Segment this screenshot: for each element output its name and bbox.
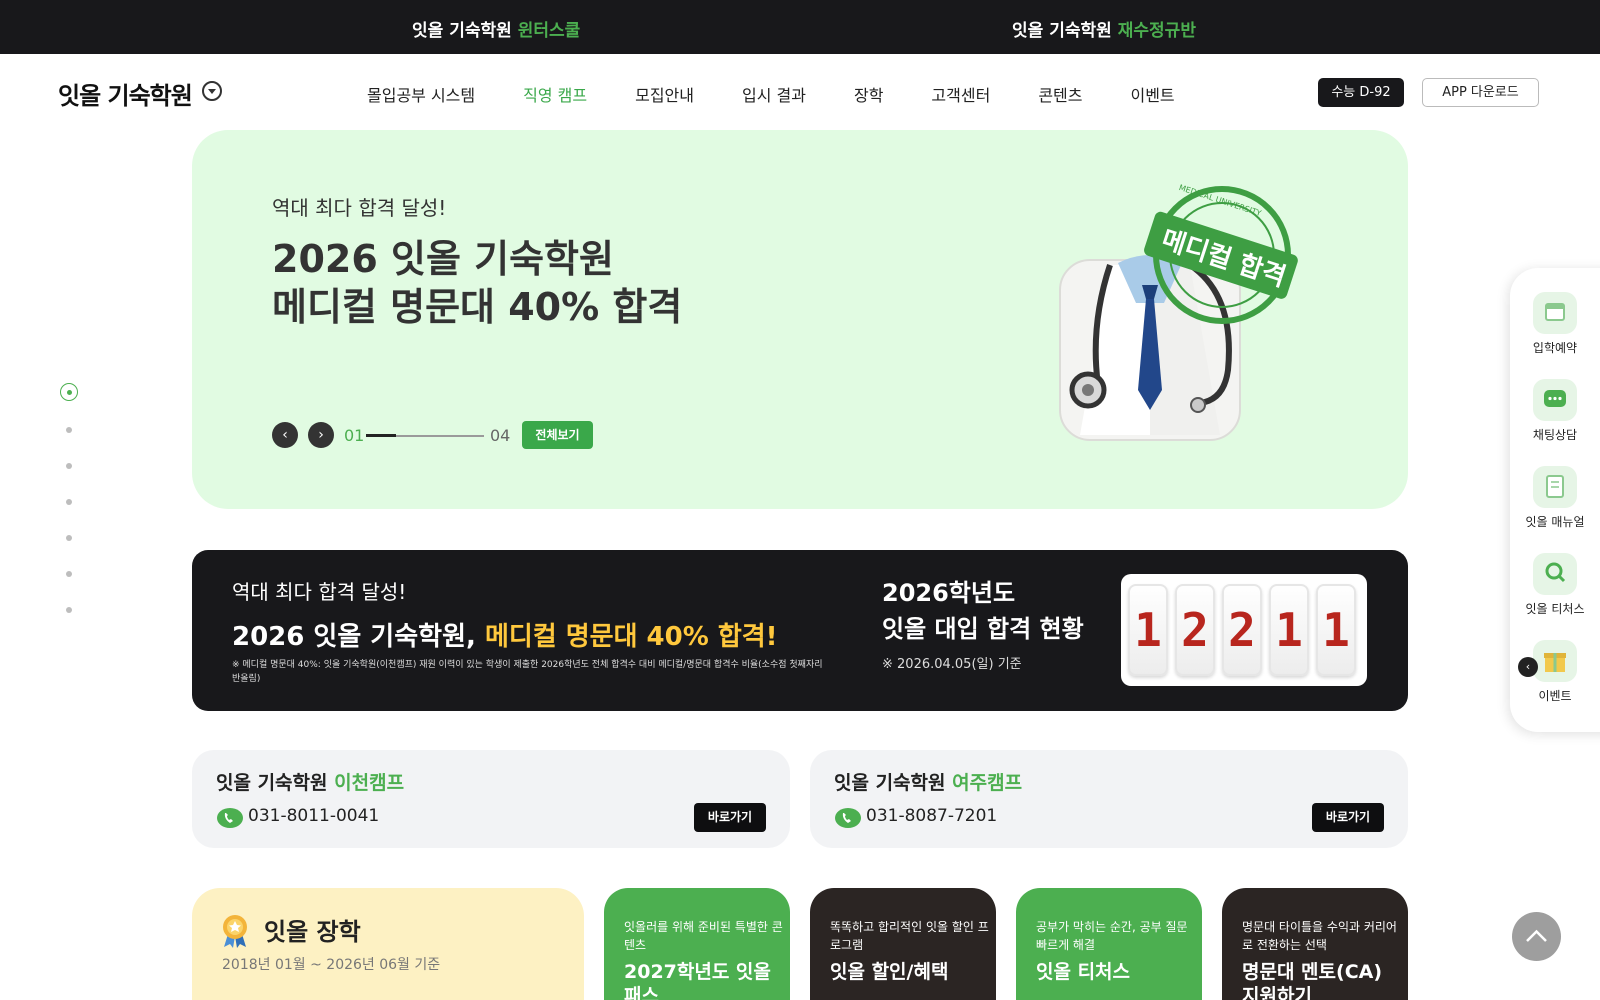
- chat-icon: [1533, 379, 1577, 421]
- quick-item-manual[interactable]: 잇올 매뉴얼: [1510, 466, 1600, 530]
- gift-icon: [1533, 640, 1577, 682]
- pager-dot[interactable]: [66, 427, 72, 433]
- dday-badge[interactable]: 수능 D-92: [1318, 78, 1404, 107]
- view-all-button[interactable]: 전체보기: [522, 421, 593, 449]
- hero-title: 2026 잇올 기숙학원 메디컬 명문대 40% 합격: [272, 237, 683, 329]
- phone-icon: [835, 808, 861, 828]
- nav-item-immersion[interactable]: 몰입공부 시스템: [367, 82, 475, 106]
- pager-dot[interactable]: [66, 535, 72, 541]
- main-nav: 몰입공부 시스템 직영 캠프 모집안내 입시 결과 장학 고객센터 콘텐츠 이벤…: [367, 82, 1223, 106]
- nav-item-scholarship[interactable]: 장학: [854, 82, 883, 106]
- pager-dot[interactable]: [66, 607, 72, 613]
- pager-dot[interactable]: [66, 463, 72, 469]
- medal-icon: [223, 915, 247, 948]
- header: 잇올 기숙학원 몰입공부 시스템 직영 캠프 모집안내 입시 결과 장학 고객센…: [0, 54, 1600, 130]
- regular-class-link[interactable]: 잇올 기숙학원 재수정규반: [1012, 16, 1196, 41]
- slide-current: 01: [344, 426, 365, 445]
- teacher-icon: [1533, 553, 1577, 595]
- hero-kicker: 역대 최다 합격 달성!: [272, 196, 447, 220]
- app-download-button[interactable]: APP 다운로드: [1422, 78, 1539, 107]
- results-title: 2026 잇올 기숙학원, 메디컬 명문대 40% 합격!: [232, 622, 778, 652]
- promo-card-teachers[interactable]: 공부가 막히는 순간, 공부 질문 빠르게 해결 잇올 티처스: [1016, 888, 1202, 1000]
- counter-digit: 2: [1175, 584, 1215, 676]
- campus-go-button[interactable]: 바로가기: [694, 803, 766, 832]
- counter-digit: 1: [1128, 584, 1168, 676]
- nav-item-contents[interactable]: 콘텐츠: [1038, 82, 1082, 106]
- results-basis-date: ※ 2026.04.05(일) 기준: [882, 657, 1022, 672]
- quick-item-reservation[interactable]: 입학예약: [1510, 292, 1600, 356]
- top-bar: 잇올 기숙학원 윈터스쿨 잇올 기숙학원 재수정규반: [0, 0, 1600, 54]
- chevron-down-icon[interactable]: [202, 81, 222, 101]
- pager-dot[interactable]: [66, 499, 72, 505]
- prev-slide-button[interactable]: ‹: [272, 422, 298, 448]
- results-year-title: 2026학년도 잇올 대입 합격 현황: [882, 579, 1084, 643]
- scholarship-title: 잇올 장학: [264, 918, 361, 946]
- campus-card-yeoju: 잇올 기숙학원 여주캠프 031-8087-7201 바로가기: [810, 750, 1408, 848]
- campus-name: 잇올 기숙학원 이천캠프: [216, 772, 405, 794]
- nav-item-camps[interactable]: 직영 캠프: [523, 82, 587, 106]
- nav-item-support[interactable]: 고객센터: [931, 82, 990, 106]
- chevron-up-icon: [1526, 929, 1547, 942]
- promo-card-pass[interactable]: 잇올러를 위해 준비된 특별한 콘텐츠 2027학년도 잇올 패스: [604, 888, 790, 1000]
- nav-item-events[interactable]: 이벤트: [1130, 82, 1174, 106]
- hero-slider: 역대 최다 합격 달성! 2026 잇올 기숙학원 메디컬 명문대 40% 합격…: [192, 130, 1408, 509]
- calendar-icon: [1533, 292, 1577, 334]
- pager-dot-active[interactable]: [60, 383, 78, 401]
- campus-card-icheon: 잇올 기숙학원 이천캠프 031-8011-0041 바로가기: [192, 750, 790, 848]
- results-kicker: 역대 최다 합격 달성!: [232, 580, 407, 604]
- slide-progress: [366, 434, 484, 437]
- results-banner: 역대 최다 합격 달성! 2026 잇올 기숙학원, 메디컬 명문대 40% 합…: [192, 550, 1408, 711]
- campus-phone[interactable]: 031-8087-7201: [866, 806, 997, 826]
- manual-icon: [1533, 466, 1577, 508]
- counter-digit: 1: [1316, 584, 1356, 676]
- quick-item-chat[interactable]: 채팅상담: [1510, 379, 1600, 443]
- next-slide-button[interactable]: ›: [308, 422, 334, 448]
- quick-menu: 입학예약 채팅상담 잇올 매뉴얼 잇올 티처스 이벤트 ‹: [1510, 268, 1600, 732]
- nav-item-recruit[interactable]: 모집안내: [635, 82, 694, 106]
- promo-card-mentor[interactable]: 명문대 타이틀을 수익과 커리어로 전환하는 선택 명문대 멘토(CA) 지원하…: [1222, 888, 1408, 1000]
- results-footnote: ※ 메디컬 명문대 40%: 잇올 기숙학원(이천캠프) 재원 이력이 있는 학…: [232, 660, 823, 684]
- scholarship-period: 2018년 01월 ~ 2026년 06월 기준: [222, 957, 441, 973]
- slide-progress-fill: [366, 434, 396, 437]
- campus-name: 잇올 기숙학원 여주캠프: [834, 772, 1023, 794]
- quick-item-teachers[interactable]: 잇올 티처스: [1510, 553, 1600, 617]
- campus-go-button[interactable]: 바로가기: [1312, 803, 1384, 832]
- collapse-quick-menu-button[interactable]: ‹: [1518, 657, 1538, 677]
- site-logo[interactable]: 잇올 기숙학원: [58, 76, 193, 111]
- campus-phone[interactable]: 031-8011-0041: [248, 806, 379, 826]
- promo-card-discount[interactable]: 똑똑하고 합리적인 잇올 할인 프로그램 잇올 할인/혜택: [810, 888, 996, 1000]
- scroll-to-top-button[interactable]: [1512, 912, 1561, 961]
- results-counter: 1 2 2 1 1: [1121, 574, 1367, 686]
- scholarship-card[interactable]: 잇올 장학 2018년 01월 ~ 2026년 06월 기준: [192, 888, 584, 1000]
- winter-school-link[interactable]: 잇올 기숙학원 윈터스쿨: [412, 16, 580, 41]
- slide-total: 04: [490, 426, 511, 445]
- counter-digit: 2: [1222, 584, 1262, 676]
- counter-digit: 1: [1269, 584, 1309, 676]
- nav-item-results[interactable]: 입시 결과: [742, 82, 806, 106]
- pager-dot[interactable]: [66, 571, 72, 577]
- phone-icon: [217, 808, 243, 828]
